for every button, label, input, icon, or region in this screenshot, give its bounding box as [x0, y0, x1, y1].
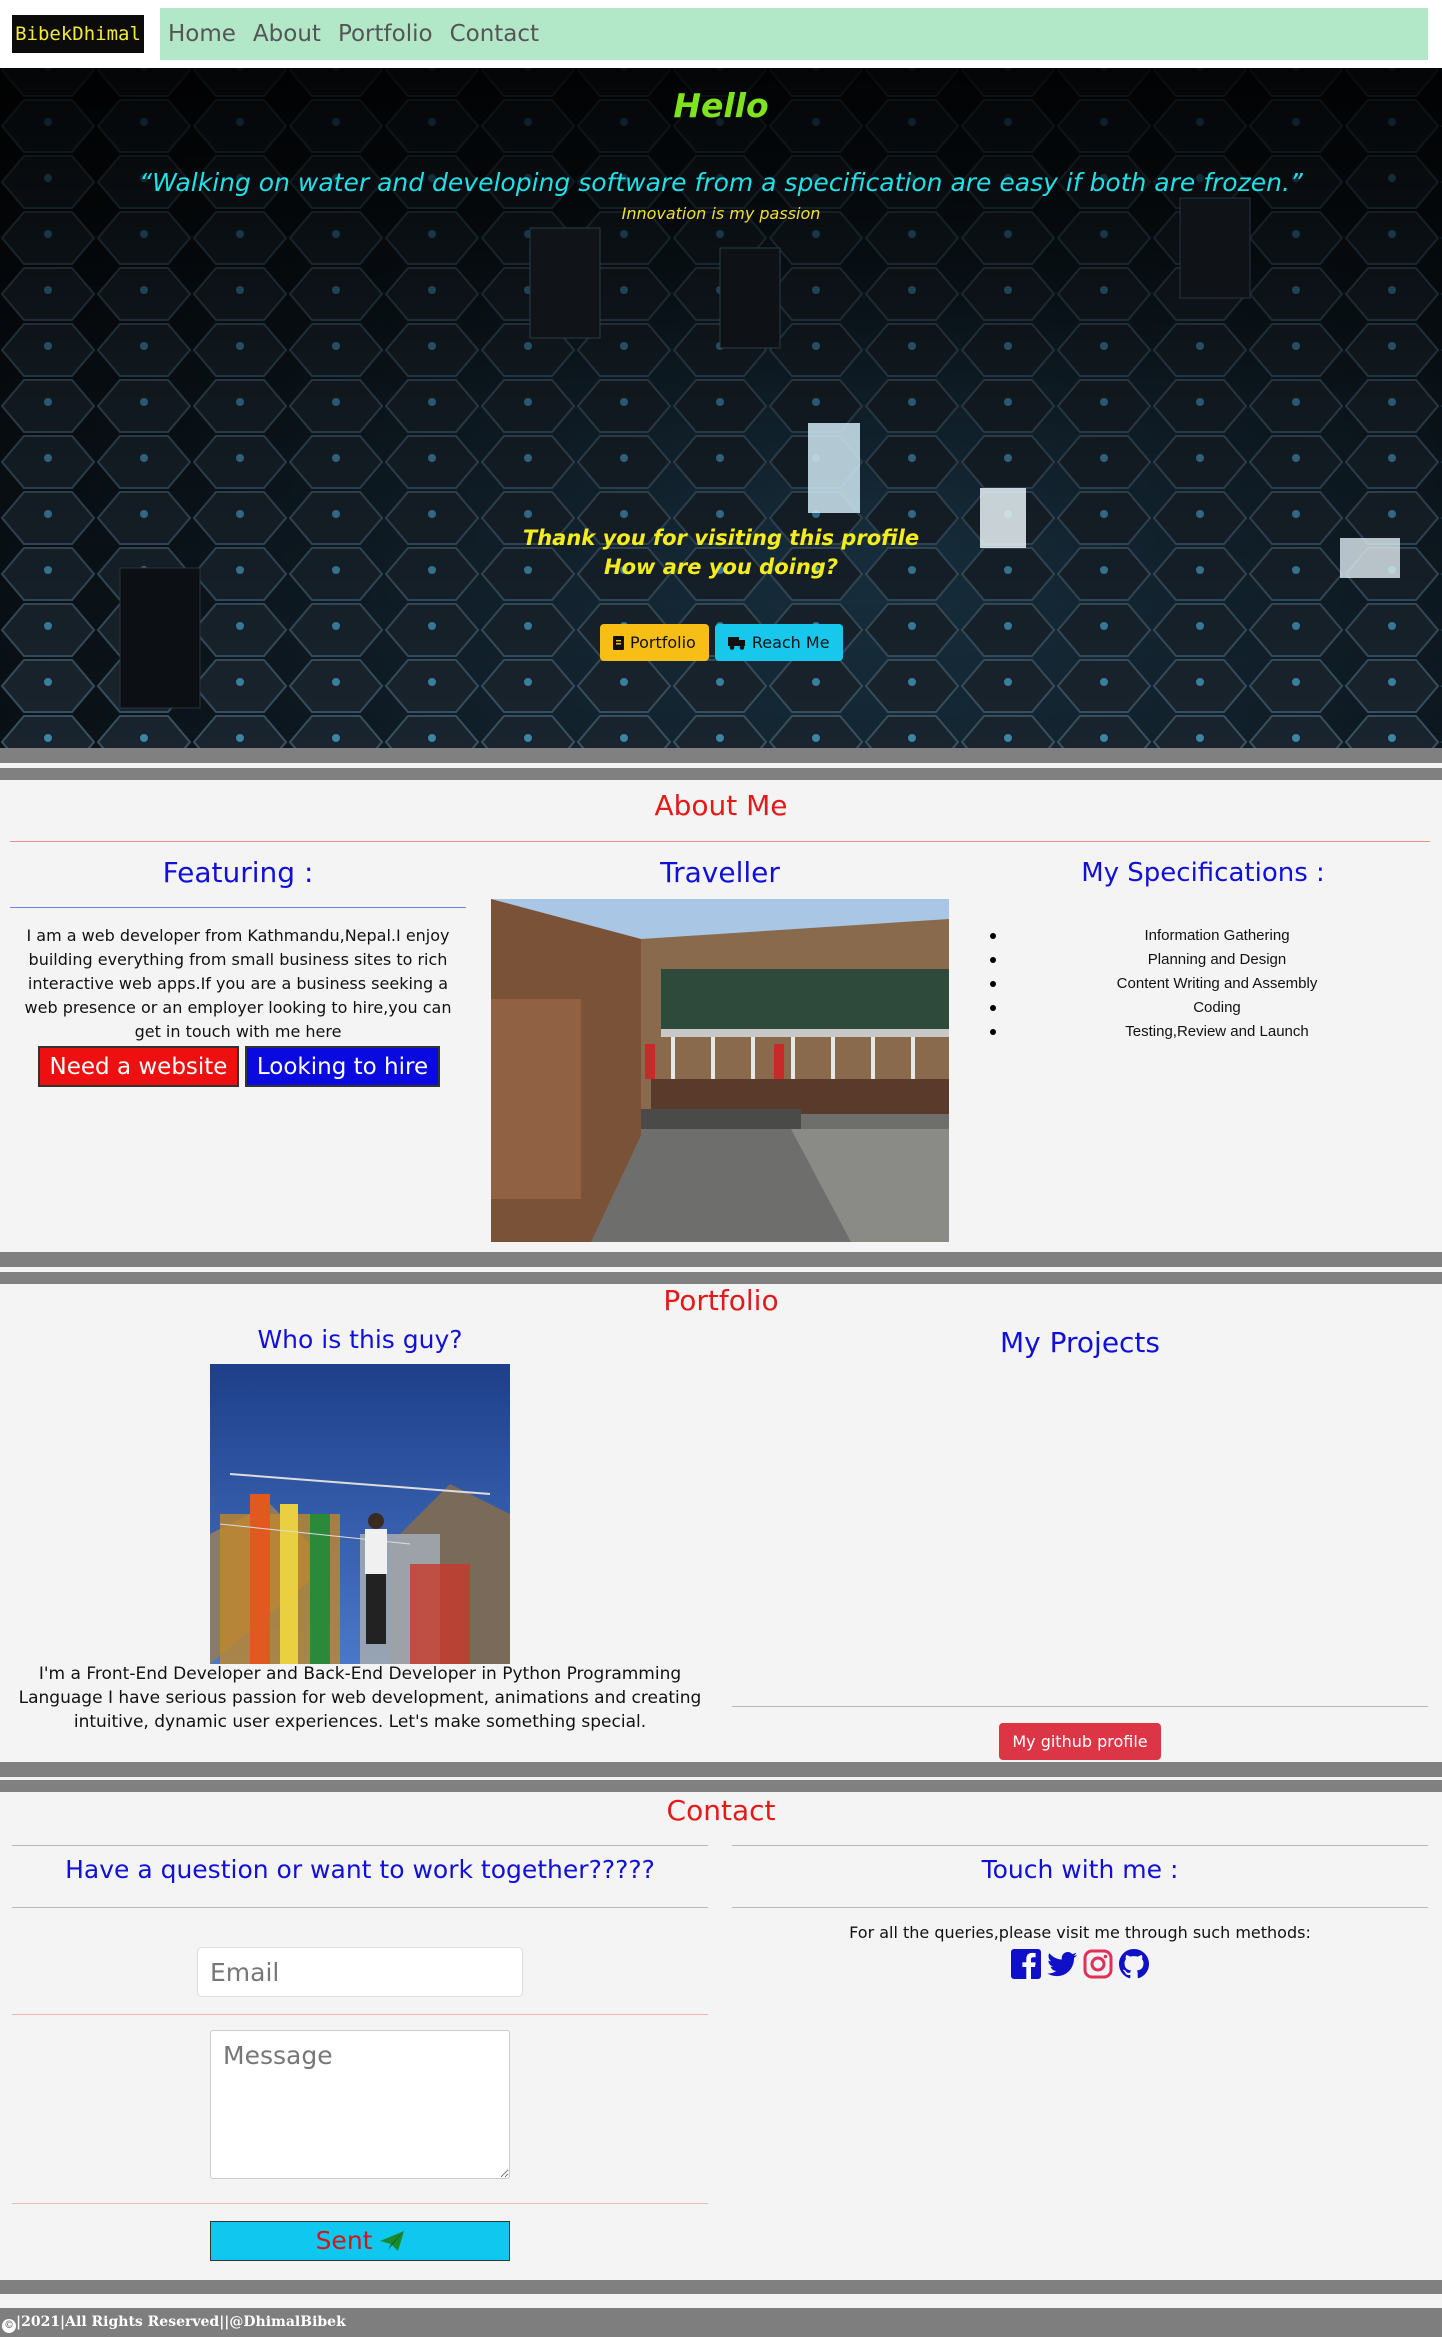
send-button-label: Sent — [315, 2226, 373, 2255]
message-input[interactable] — [210, 2030, 510, 2179]
brand-logo[interactable]: BibekDhimal — [12, 15, 144, 53]
send-button[interactable]: Sent — [210, 2221, 510, 2261]
hero-thanks-line-1: Thank you for visiting this profile — [522, 526, 920, 550]
section-divider — [0, 1762, 1442, 1777]
looking-to-hire-button[interactable]: Looking to hire — [245, 1046, 440, 1087]
footer: © |2021|All Rights Reserved||@DhimalBibek — [0, 2308, 1442, 2337]
spec-item: Information Gathering — [990, 926, 1422, 950]
featuring-text: I am a web developer from Kathmandu,Nepa… — [24, 926, 452, 1041]
hero-quote: “Walking on water and developing softwar… — [139, 168, 1303, 197]
hero-title: Hello — [673, 86, 769, 125]
contact-title: Contact — [666, 1794, 776, 1827]
need-website-button[interactable]: Need a website — [38, 1046, 239, 1087]
footer-divider — [0, 2280, 1442, 2294]
nav-link-portfolio[interactable]: Portfolio — [338, 21, 433, 47]
section-divider — [0, 1780, 1442, 1792]
hero-thanks: Thank you for visiting this profile How … — [0, 524, 1442, 582]
section-divider — [0, 1272, 1442, 1284]
instagram-icon[interactable] — [1082, 1948, 1114, 1980]
nav-link-about[interactable]: About — [253, 21, 321, 47]
nav-link-contact[interactable]: Contact — [450, 21, 539, 47]
specifications-title: My Specifications : — [1081, 858, 1325, 888]
social-links — [1010, 1948, 1150, 1980]
contact-question: Have a question or want to work together… — [65, 1855, 655, 1884]
profile-photo — [210, 1364, 510, 1664]
section-divider — [0, 748, 1442, 763]
form-rule — [12, 2203, 708, 2204]
spec-item: Coding — [990, 998, 1422, 1022]
facebook-icon[interactable] — [1010, 1948, 1042, 1980]
who-title: Who is this guy? — [257, 1325, 463, 1354]
traveller-title: Traveller — [660, 856, 780, 889]
hero-thanks-line-2: How are you doing? — [604, 555, 838, 579]
twitter-icon[interactable] — [1046, 1948, 1078, 1980]
touch-title: Touch with me : — [981, 1855, 1179, 1884]
paper-plane-icon — [380, 2231, 405, 2251]
portfolio-title: Portfolio — [663, 1284, 779, 1317]
contact-question-rule — [12, 1907, 708, 1908]
my-projects-title: My Projects — [999, 1326, 1160, 1359]
github-icon[interactable] — [1118, 1948, 1150, 1980]
traveller-photo — [491, 899, 949, 1242]
email-input[interactable] — [197, 1947, 523, 1997]
hero-tagline: Innovation is my passion — [621, 204, 821, 223]
reach-me-button[interactable]: Reach Me — [714, 624, 843, 661]
form-rule — [12, 2014, 708, 2015]
spec-item: Content Writing and Assembly — [990, 974, 1422, 998]
contact-rule — [12, 1845, 708, 1846]
spec-item: Testing,Review and Launch — [990, 1022, 1422, 1046]
footer-text: |2021|All Rights Reserved||@DhimalBibek — [16, 2314, 346, 2330]
document-icon — [613, 635, 624, 650]
portfolio-button-label: Portfolio — [630, 633, 696, 652]
who-text: I'm a Front-End Developer and Back-End D… — [18, 1664, 702, 1732]
nav-bar: Home About Portfolio Contact — [160, 8, 1428, 60]
github-profile-button[interactable]: My github profile — [999, 1723, 1161, 1760]
hero-banner: Hello “Walking on water and developing s… — [0, 68, 1442, 748]
section-divider — [0, 1252, 1442, 1267]
specifications-list: Information Gathering Planning and Desig… — [990, 926, 1422, 1046]
featuring-rule — [10, 907, 466, 908]
touch-rule — [732, 1907, 1428, 1908]
section-divider — [0, 768, 1442, 780]
spec-item: Planning and Design — [990, 950, 1422, 974]
copyright-icon: © — [2, 2319, 16, 2333]
projects-rule — [732, 1706, 1428, 1707]
nav-link-home[interactable]: Home — [168, 21, 236, 47]
about-title-rule — [10, 841, 1430, 842]
portfolio-button[interactable]: Portfolio — [600, 624, 709, 661]
hero-buttons: Portfolio Reach Me — [600, 624, 843, 661]
queries-text: For all the queries,please visit me thro… — [849, 1923, 1311, 1942]
contact-rule — [732, 1845, 1428, 1846]
truck-icon — [727, 636, 745, 650]
top-navigation: BibekDhimal Home About Portfolio Contact — [0, 0, 1442, 68]
featuring-title: Featuring : — [162, 856, 314, 889]
about-title: About Me — [654, 789, 788, 822]
reach-me-button-label: Reach Me — [751, 633, 830, 652]
